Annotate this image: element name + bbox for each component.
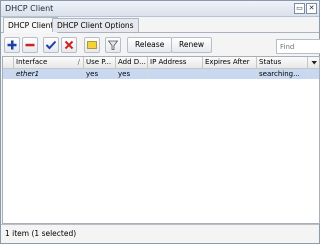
comment-icon (87, 41, 97, 49)
item-count-text: 1 item (1 selected) (5, 229, 77, 238)
sort-indicator: / (77, 58, 80, 66)
cell-use-peer: yes (84, 69, 116, 79)
disable-icon (64, 40, 74, 50)
header-ip-address[interactable]: IP Address (148, 57, 203, 68)
add-icon (7, 40, 17, 50)
header-add-default[interactable]: Add D... (116, 57, 148, 68)
close-window-button[interactable]: ✕ (306, 3, 317, 14)
tab-bar: DHCP Client DHCP Client Options (1, 17, 319, 33)
toolbar: Release Renew (1, 34, 320, 56)
header-status[interactable]: Status (257, 57, 308, 68)
find-input[interactable] (276, 39, 320, 54)
window-title: DHCP Client (5, 4, 54, 13)
tab-dhcp-client[interactable]: DHCP Client (3, 17, 59, 33)
status-bar: 1 item (1 selected) (1, 224, 319, 243)
cell-status: searching... (257, 69, 308, 79)
disable-button[interactable] (61, 37, 77, 53)
header-interface-label: Interface (16, 58, 48, 66)
enable-icon (45, 40, 57, 50)
dhcp-client-window: DHCP Client ▭ ✕ DHCP Client DHCP Client … (0, 0, 320, 244)
row-marker (3, 69, 14, 79)
header-interface[interactable]: Interface / (14, 57, 84, 68)
enable-button[interactable] (43, 37, 59, 53)
cell-add-default: yes (116, 69, 148, 79)
table-header: Interface / Use P... Add D... IP Address… (3, 57, 319, 69)
header-marker-column[interactable] (3, 57, 14, 68)
cell-ip-address (148, 69, 203, 79)
filter-button[interactable] (105, 37, 121, 53)
restore-window-button[interactable]: ▭ (294, 3, 305, 14)
release-button[interactable]: Release (127, 37, 173, 53)
remove-button[interactable] (22, 37, 38, 53)
remove-icon (25, 43, 35, 47)
renew-button[interactable]: Renew (171, 37, 212, 53)
cell-expires-after (203, 69, 257, 79)
comment-button[interactable] (84, 37, 100, 53)
title-bar[interactable]: DHCP Client ▭ ✕ (1, 1, 319, 17)
tab-dhcp-client-options[interactable]: DHCP Client Options (52, 18, 139, 32)
filter-icon (107, 40, 119, 50)
header-expires-after[interactable]: Expires After (203, 57, 257, 68)
dhcp-client-table: Interface / Use P... Add D... IP Address… (2, 56, 320, 224)
cell-interface: ether1 (14, 69, 84, 79)
add-button[interactable] (4, 37, 20, 53)
header-use-peer[interactable]: Use P... (84, 57, 116, 68)
chevron-down-icon (311, 61, 317, 65)
table-row[interactable]: ether1 yes yes searching... (3, 69, 319, 79)
column-menu-button[interactable] (308, 57, 319, 68)
